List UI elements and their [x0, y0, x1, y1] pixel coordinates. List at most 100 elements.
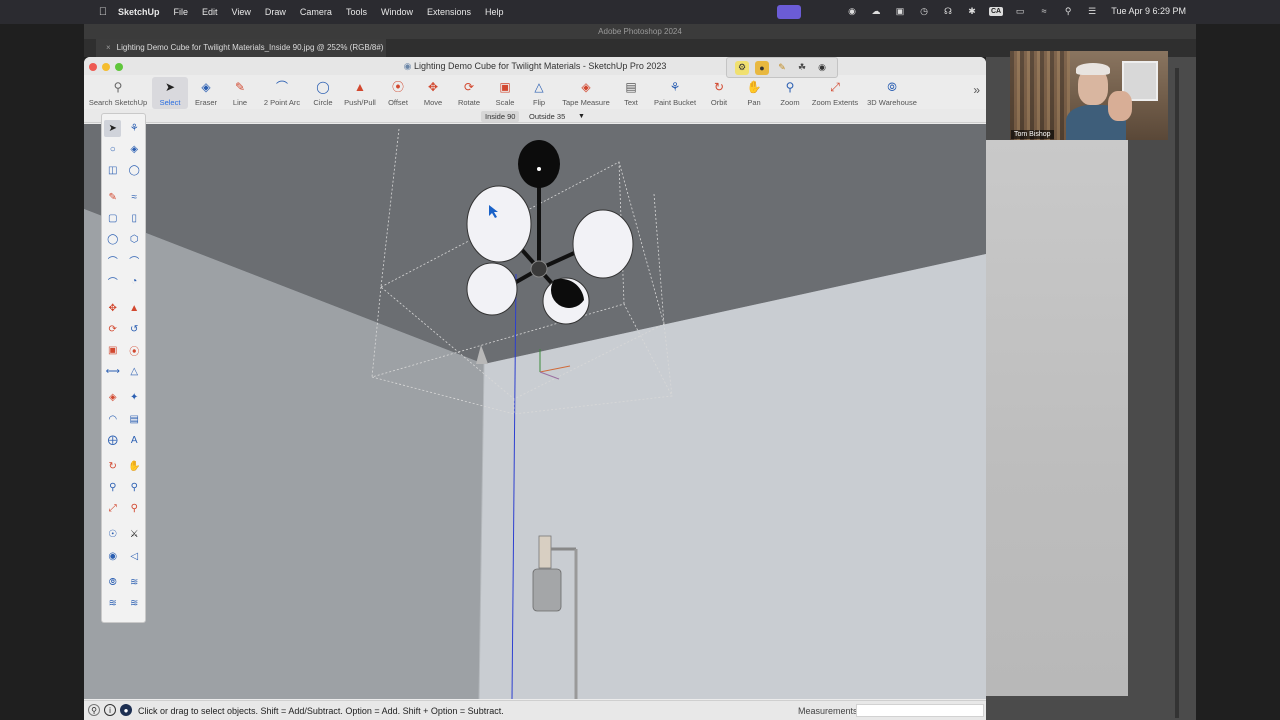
- scene-tab-inside-90[interactable]: Inside 90: [481, 111, 520, 122]
- paint-bucket-icon[interactable]: ⚘: [126, 120, 143, 137]
- menu-clock[interactable]: Tue Apr 9 6:29 PM: [1111, 6, 1186, 16]
- pencil-icon[interactable]: ✎: [775, 61, 789, 75]
- scale-tool-button[interactable]: ▣ Scale: [492, 77, 518, 109]
- binoculars-icon[interactable]: ◉: [815, 61, 829, 75]
- minimize-window-button[interactable]: [102, 63, 110, 71]
- render-icon[interactable]: ☘: [795, 61, 809, 75]
- follow-me-icon[interactable]: ↺: [126, 321, 143, 338]
- wifi-cloud-icon[interactable]: ☁: [869, 5, 883, 17]
- extension-warehouse-icon[interactable]: ≋: [126, 574, 143, 591]
- push-pull-tool-button[interactable]: ▲ Push/Pull: [342, 77, 378, 109]
- orbit-icon[interactable]: ↻: [104, 458, 121, 475]
- dimension-icon[interactable]: ✦: [126, 389, 143, 406]
- pie-icon[interactable]: ◔: [126, 273, 143, 290]
- orbit-tool-button[interactable]: ↻ Orbit: [708, 77, 730, 109]
- battery-icon[interactable]: ▭: [1013, 5, 1027, 17]
- bluetooth-icon[interactable]: ✱: [965, 5, 979, 17]
- select-arrow-icon[interactable]: ➤: [104, 120, 122, 138]
- rotate-tool-button[interactable]: ⟳ Rotate: [455, 77, 483, 109]
- offset-tool-button[interactable]: ⦿ Offset: [384, 77, 412, 109]
- three-point-arc-icon[interactable]: ⌒: [104, 273, 121, 290]
- two-point-arc-icon[interactable]: ⌒: [126, 252, 143, 269]
- geolocation-icon[interactable]: ⚲: [88, 704, 100, 716]
- zoom-icon[interactable]: ⚲: [104, 479, 121, 496]
- photoshop-scrollbar[interactable]: [1175, 68, 1179, 718]
- eraser-tool-button[interactable]: ◈ Eraser: [191, 77, 221, 109]
- rotate-icon[interactable]: ⟳: [104, 321, 121, 338]
- arc-tool-button[interactable]: ⌒ 2 Point Arc: [260, 77, 304, 109]
- text-icon[interactable]: ▤: [126, 411, 143, 428]
- menu-view[interactable]: View: [232, 7, 251, 17]
- text-tool-button[interactable]: ▤ Text: [620, 77, 642, 109]
- screen-record-icon[interactable]: [777, 5, 801, 19]
- position-camera-icon[interactable]: ☉: [104, 526, 121, 543]
- model-viewport[interactable]: [84, 124, 986, 699]
- lightbulb-icon[interactable]: ●: [755, 60, 769, 75]
- previous-view-icon[interactable]: ⚲: [126, 500, 143, 517]
- rotated-rectangle-icon[interactable]: ▯: [126, 210, 143, 227]
- tape-measure-tool-button[interactable]: ◈ Tape Measure: [560, 77, 612, 109]
- menu-window[interactable]: Window: [381, 7, 413, 17]
- chevron-right-icon[interactable]: »: [973, 83, 980, 97]
- menu-camera[interactable]: Camera: [300, 7, 332, 17]
- user-account-icon[interactable]: ●: [120, 704, 132, 716]
- info-icon[interactable]: i: [104, 704, 116, 716]
- section-icon[interactable]: ◁: [126, 548, 143, 565]
- menu-draw[interactable]: Draw: [265, 7, 286, 17]
- move-tool-button[interactable]: ✥ Move: [420, 77, 446, 109]
- polygon-icon[interactable]: ⬡: [126, 231, 143, 248]
- select-tool-button[interactable]: ➤ Select: [152, 77, 188, 109]
- protractor-icon[interactable]: ◠: [104, 411, 121, 428]
- flip-icon[interactable]: ⟷: [104, 363, 121, 380]
- scene-menu-arrow-icon[interactable]: ▼: [578, 111, 585, 122]
- rectangle-icon[interactable]: ▢: [104, 210, 121, 227]
- menu-app-name[interactable]: SketchUp: [118, 7, 160, 17]
- close-icon[interactable]: ×: [106, 43, 111, 52]
- headphones-icon[interactable]: ☊: [941, 5, 955, 17]
- axes-icon[interactable]: ⨁: [104, 432, 121, 449]
- pan-icon[interactable]: ✋: [126, 458, 143, 475]
- zoom-extents-icon[interactable]: ⤢: [104, 500, 121, 517]
- clock-icon[interactable]: ◷: [917, 5, 931, 17]
- layers-icon[interactable]: ≋: [104, 595, 121, 612]
- 3d-warehouse-button[interactable]: ⦾ 3D Warehouse: [866, 77, 918, 109]
- soften-icon[interactable]: ◯: [126, 162, 143, 179]
- move-icon[interactable]: ✥: [104, 300, 121, 317]
- apple-icon[interactable]: : [96, 5, 110, 19]
- zoom-extents-tool-button[interactable]: ⤢ Zoom Extents: [810, 77, 860, 109]
- flip-tool-button[interactable]: △ Flip: [528, 77, 550, 109]
- display-icon[interactable]: ▣: [893, 5, 907, 17]
- menu-extensions[interactable]: Extensions: [427, 7, 471, 17]
- circle-tool-button[interactable]: ◯ Circle: [308, 77, 338, 109]
- menu-help[interactable]: Help: [485, 7, 504, 17]
- push-pull-icon[interactable]: ▲: [126, 300, 143, 317]
- warehouse-icon[interactable]: ⦾: [104, 574, 121, 591]
- tag-icon[interactable]: ◫: [104, 162, 121, 179]
- menu-file[interactable]: File: [174, 7, 189, 17]
- paint-bucket-tool-button[interactable]: ⚘ Paint Bucket: [652, 77, 698, 109]
- photoshop-document-tab[interactable]: × Lighting Demo Cube for Twilight Materia…: [96, 39, 386, 57]
- tape-measure-icon[interactable]: ◈: [104, 389, 121, 406]
- search-sketchup-button[interactable]: ⚲ Search SketchUp: [88, 77, 148, 109]
- wifi-icon[interactable]: ≈: [1037, 5, 1051, 17]
- zoom-window-icon[interactable]: ⚲: [126, 479, 143, 496]
- offset-icon[interactable]: ⦿: [126, 342, 143, 359]
- scale-icon[interactable]: ▣: [104, 342, 121, 359]
- control-center-icon[interactable]: ☰: [1085, 5, 1099, 17]
- eraser-icon[interactable]: ◈: [126, 141, 143, 158]
- sandbox-icon[interactable]: ≋: [126, 595, 143, 612]
- freehand-icon[interactable]: ≈: [126, 189, 143, 206]
- gear-icon[interactable]: ⚙: [735, 60, 749, 75]
- circle-icon[interactable]: ◯: [104, 231, 121, 248]
- measurements-input[interactable]: [856, 704, 984, 717]
- arc-icon[interactable]: ⌒: [104, 252, 121, 269]
- pan-tool-button[interactable]: ✋ Pan: [744, 77, 764, 109]
- maximize-window-button[interactable]: [115, 63, 123, 71]
- close-window-button[interactable]: [89, 63, 97, 71]
- section-plane-icon[interactable]: A: [126, 432, 143, 449]
- grammarly-icon[interactable]: ◉: [845, 5, 859, 17]
- search-icon[interactable]: ⚲: [1061, 5, 1075, 17]
- pencil-icon[interactable]: ✎: [104, 189, 121, 206]
- zoom-tool-button[interactable]: ⚲ Zoom: [778, 77, 802, 109]
- walk-icon[interactable]: ⚔: [126, 526, 143, 543]
